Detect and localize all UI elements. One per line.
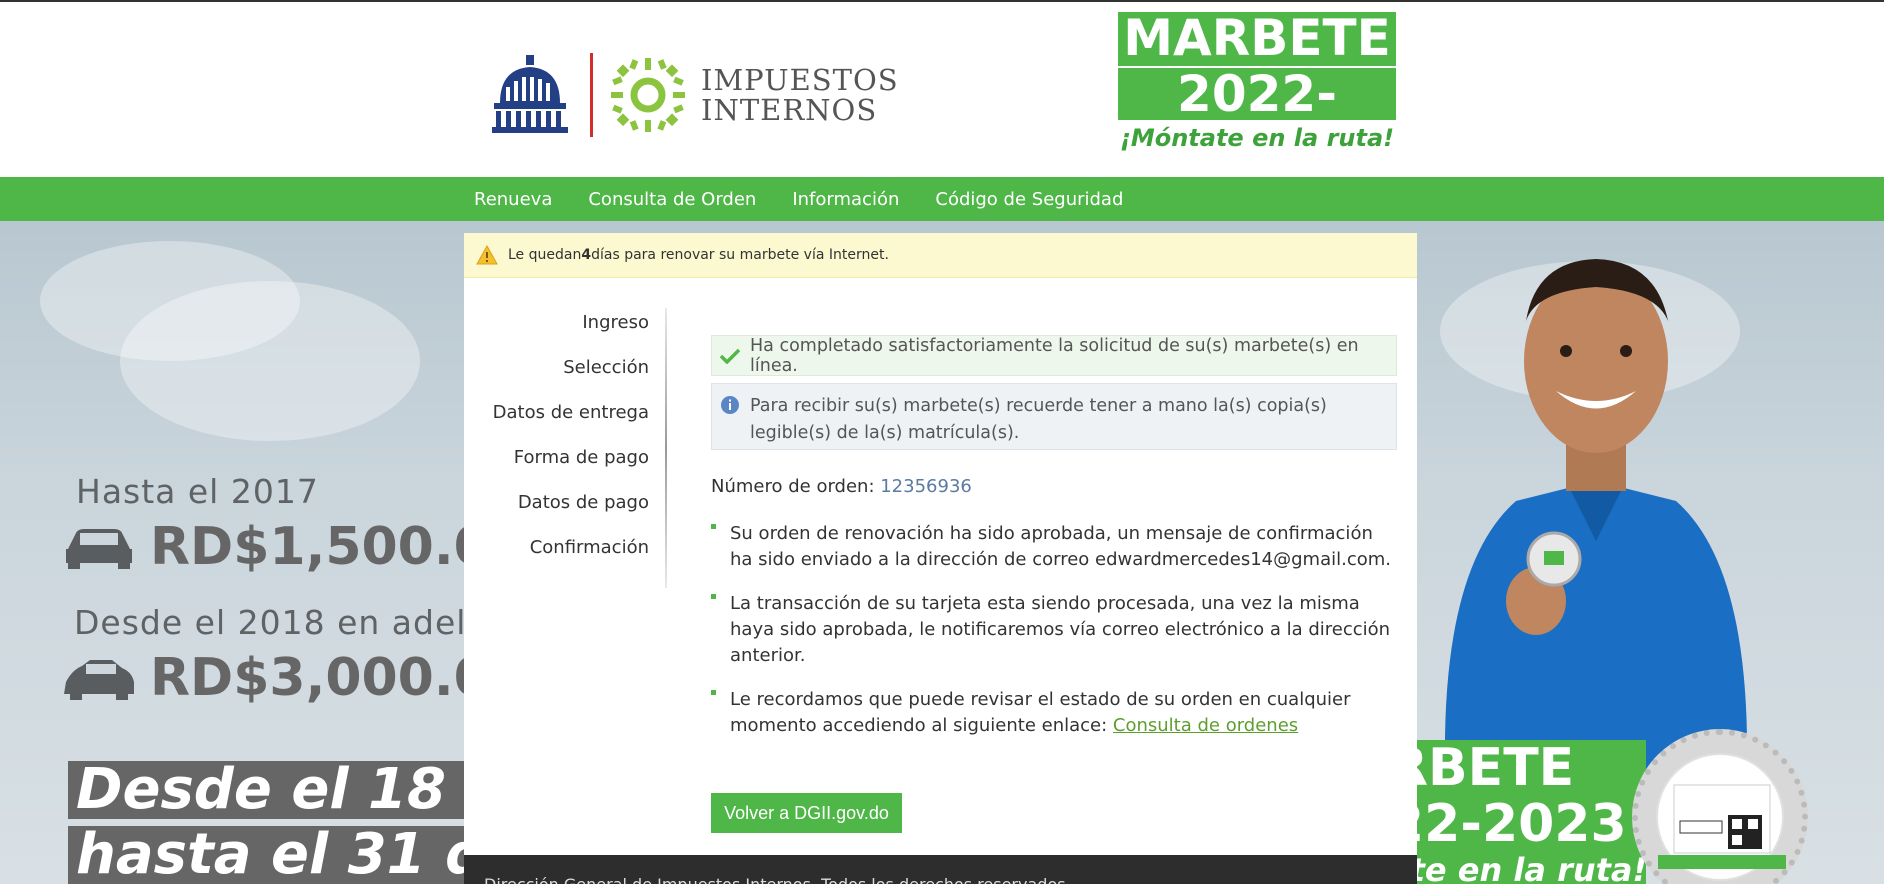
- seal-inner: [1656, 753, 1786, 881]
- marbete-banner: MARBETE 2022-2023 ¡Móntate en la ruta!: [1118, 9, 1396, 172]
- confirmation-card: Le quedan 4 días para renovar su marbete…: [464, 233, 1417, 884]
- promo-person-image: [1416, 241, 1776, 801]
- alert-suffix: días para renovar su marbete vía Interne…: [591, 247, 889, 263]
- promo-dates-line1: Desde el 18 de: [68, 761, 488, 819]
- right-promo-band: RBETE 22-2023 ate en la ruta!: [1416, 740, 1646, 884]
- dgii-logo[interactable]: IMPUESTOS INTERNOS: [488, 50, 899, 140]
- qr-code-icon: [1658, 784, 1786, 869]
- banner-years: 2022-2023: [1118, 66, 1396, 172]
- promo-line1: Hasta el 2017: [76, 472, 319, 511]
- days-remaining-alert: Le quedan 4 días para renovar su marbete…: [464, 233, 1417, 278]
- nav-item-informacion[interactable]: Información: [792, 189, 899, 210]
- consulta-ordenes-link[interactable]: Consulta de ordenes: [1113, 715, 1298, 736]
- logo-separator: [590, 53, 593, 137]
- logo-text: IMPUESTOS INTERNOS: [701, 65, 899, 125]
- info-text: Para recibir su(s) marbete(s) recuerde t…: [750, 396, 1327, 443]
- banner-box: MARBETE 2022-2023: [1118, 9, 1396, 172]
- checkmark-icon: [720, 348, 740, 364]
- order-number-row: Número de orden: 12356936: [711, 476, 1397, 497]
- right-promo-years: 22-2023: [1416, 794, 1627, 854]
- footer-text: Dirección General de Impuestos Internos.…: [484, 875, 1071, 884]
- info-icon: [721, 396, 739, 414]
- promo-row-1: RD$1,500.00: [62, 517, 526, 577]
- info-message: Para recibir su(s) marbete(s) recuerde t…: [711, 383, 1397, 450]
- note-check-status: Le recordamos que puede revisar el estad…: [711, 687, 1397, 739]
- back-to-dgii-button[interactable]: Volver a DGII.gov.do: [711, 793, 902, 833]
- main-nav: Renueva Consulta de Orden Información Có…: [0, 177, 1884, 221]
- step-ingreso: Ingreso: [582, 312, 649, 333]
- nav-item-consulta-orden[interactable]: Consulta de Orden: [588, 189, 756, 210]
- step-seleccion: Selección: [563, 357, 649, 378]
- page-footer: Dirección General de Impuestos Internos.…: [464, 855, 1417, 884]
- step-datos-pago: Datos de pago: [517, 492, 649, 513]
- steps-sidebar: Ingreso Selección Datos de entrega Forma…: [464, 311, 667, 581]
- sun-burst-icon: [611, 58, 685, 132]
- logo-line2: INTERNOS: [701, 93, 878, 127]
- alert-days: 4: [581, 247, 592, 263]
- note-processing: La transacción de su tarjeta esta siendo…: [711, 591, 1397, 669]
- step-datos-entrega: Datos de entrega: [492, 402, 649, 423]
- right-promo-title: RBETE: [1416, 740, 1575, 798]
- order-label: Número de orden:: [711, 476, 881, 497]
- note-approved: Su orden de renovación ha sido aprobada,…: [711, 521, 1397, 573]
- alert-prefix: Le quedan: [508, 247, 582, 263]
- confirmation-content: Ha completado satisfactoriamente la soli…: [711, 335, 1397, 833]
- order-number: 12356936: [880, 476, 972, 497]
- capitol-dome-icon: [492, 55, 568, 133]
- banner-title: MARBETE: [1123, 9, 1391, 67]
- confirmation-notes: Su orden de renovación ha sido aprobada,…: [711, 521, 1397, 739]
- success-text: Ha completado satisfactoriamente la soli…: [750, 335, 1359, 376]
- car-icon: [66, 529, 132, 569]
- step-forma-pago: Forma de pago: [513, 447, 649, 468]
- nav-item-codigo-seguridad[interactable]: Código de Seguridad: [935, 189, 1123, 210]
- banner-slogan: ¡Móntate en la ruta!: [1119, 124, 1395, 152]
- promo-row-2: RD$3,000.00: [62, 648, 526, 708]
- logo-line1: IMPUESTOS: [701, 63, 899, 97]
- car-icon: [64, 660, 134, 700]
- nav-item-renueva[interactable]: Renueva: [474, 189, 552, 210]
- sidebar-divider: [665, 308, 667, 588]
- step-confirmacion: Confirmación: [529, 537, 649, 558]
- promo-line2: Desde el 2018 en adela: [74, 603, 488, 642]
- right-promo-slogan: ate en la ruta!: [1416, 851, 1646, 884]
- person-illustration: [1444, 259, 1748, 801]
- promo-dates-line2: hasta el 31 de: [68, 826, 488, 884]
- marbete-seal-icon: [1632, 729, 1808, 884]
- site-header: IMPUESTOS INTERNOS MARBETE 2022-2023 ¡Mó…: [0, 2, 1884, 177]
- warning-icon: [476, 245, 498, 265]
- price-promo: Hasta el 2017 RD$1,500.00 Desde el 2018 …: [62, 252, 526, 708]
- success-message: Ha completado satisfactoriamente la soli…: [711, 335, 1397, 376]
